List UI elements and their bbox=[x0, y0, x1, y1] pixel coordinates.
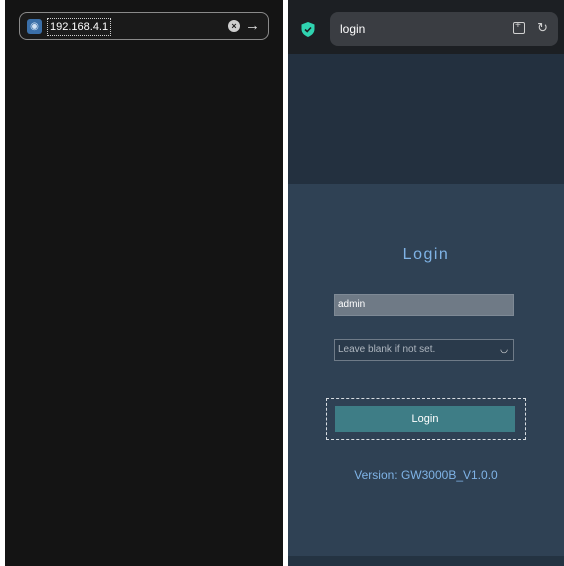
username-input[interactable]: admin bbox=[334, 294, 514, 316]
page-footer bbox=[288, 556, 564, 566]
shield-icon[interactable] bbox=[301, 22, 315, 37]
login-panel: Login admin Leave blank if not set. ◡ Lo… bbox=[288, 184, 564, 556]
page-title: login bbox=[340, 22, 366, 36]
address-bar[interactable]: ◉ 192.168.4.1 × → bbox=[19, 12, 269, 40]
page-header bbox=[288, 54, 564, 184]
url-input[interactable]: 192.168.4.1 bbox=[47, 18, 112, 36]
version-label: Version: GW3000B_V1.0.0 bbox=[354, 468, 498, 482]
browser-toolbar: login ↻ bbox=[288, 0, 564, 54]
login-button[interactable]: Login bbox=[335, 406, 515, 432]
eye-icon[interactable]: ◡ bbox=[500, 344, 508, 354]
reload-icon[interactable]: ↻ bbox=[537, 21, 548, 35]
right-browser-pane: login ↻ Login admin Leave blank if not s… bbox=[288, 0, 564, 566]
login-button-focus-ring: Login bbox=[326, 398, 526, 440]
clear-icon[interactable]: × bbox=[228, 20, 240, 32]
login-heading: Login bbox=[402, 246, 450, 263]
globe-icon: ◉ bbox=[27, 19, 42, 34]
password-placeholder: Leave blank if not set. bbox=[338, 344, 436, 355]
password-input[interactable]: Leave blank if not set. ◡ bbox=[334, 339, 514, 361]
bookmark-add-icon[interactable] bbox=[513, 20, 525, 34]
address-bar[interactable]: login ↻ bbox=[330, 12, 558, 46]
left-browser-pane: ◉ 192.168.4.1 × → bbox=[5, 0, 283, 566]
arrow-right-icon[interactable]: → bbox=[245, 17, 260, 35]
